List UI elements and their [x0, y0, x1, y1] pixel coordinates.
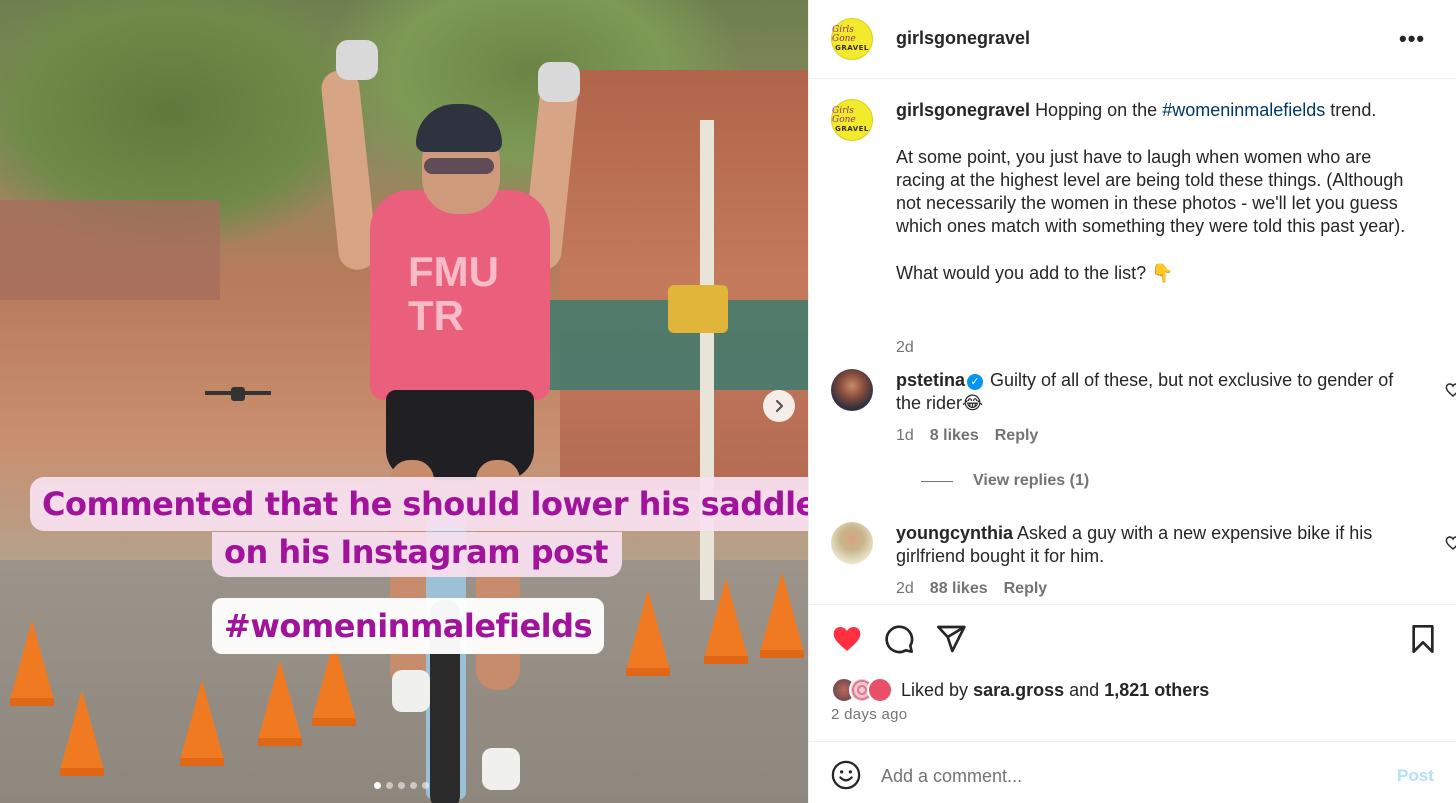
commenter-username[interactable]: youngcynthia — [896, 523, 1013, 543]
post-photo[interactable]: FMU TR Commented that he should lower hi… — [0, 0, 808, 803]
traffic-cone — [760, 572, 804, 658]
comment-text: youngcynthia Asked a guy with a new expe… — [896, 522, 1406, 569]
carousel-dot — [386, 782, 393, 789]
caption-timestamp: 2d — [896, 339, 914, 356]
commenter-avatar[interactable] — [831, 522, 873, 564]
liker-username[interactable]: sara.gross — [973, 680, 1064, 701]
post-header: Girls Gone GRAVEL girlsgonegravel ••• — [809, 0, 1456, 79]
traffic-cone — [704, 578, 748, 664]
chevron-right-icon — [775, 399, 784, 413]
traffic-cone — [10, 620, 54, 706]
traffic-cone — [180, 680, 224, 766]
cyclist: FMU TR — [300, 40, 600, 803]
commenter-avatar[interactable] — [831, 369, 873, 411]
comment-meta: 1d 8 likes Reply — [896, 427, 1038, 445]
reply-button[interactable]: Reply — [995, 427, 1039, 445]
traffic-signal — [668, 285, 728, 333]
caption-username[interactable]: girlsgonegravel — [896, 100, 1030, 120]
carousel-dot — [374, 782, 381, 789]
drone — [205, 385, 271, 403]
caption-hashtag-link[interactable]: #womeninmalefields — [1162, 100, 1325, 120]
cyclist-sunglasses — [424, 158, 494, 174]
caption-lead: Hopping on the — [1035, 100, 1158, 120]
liker-avatar — [867, 677, 893, 703]
comment-icon[interactable] — [883, 623, 915, 655]
comment-timestamp: 2d — [896, 580, 914, 597]
divider-line — [921, 480, 953, 482]
post-details-panel: Girls Gone GRAVEL girlsgonegravel ••• Gi… — [808, 0, 1456, 803]
cyclist-glove — [336, 40, 378, 80]
comment-likes[interactable]: 88 likes — [930, 580, 988, 598]
carousel-indicator — [374, 782, 429, 789]
photo-caption-line: on his Instagram post — [212, 532, 622, 577]
carousel-next-button[interactable] — [763, 390, 795, 422]
comment-text: pstetina ✓ Guilty of all of these, but no… — [896, 369, 1406, 416]
cyclist-shoe — [392, 670, 430, 712]
traffic-cone — [60, 690, 104, 776]
caption-lead-end: trend. — [1330, 100, 1377, 120]
likes-summary: Liked by sara.gross and 1,821 others — [831, 677, 1209, 703]
cyclist-glove — [538, 62, 580, 102]
caption-paragraph: What would you add to the list? 👇 — [896, 263, 1174, 284]
photo-caption-hashtag: #womeninmalefields — [212, 598, 605, 654]
commenter-username[interactable]: pstetina — [896, 370, 965, 390]
heart-filled-icon[interactable] — [831, 623, 863, 655]
bookmark-icon[interactable] — [1407, 623, 1439, 655]
post-actions: Liked by sara.gross and 1,821 others 2 d… — [809, 604, 1456, 741]
cyclist-helmet — [416, 104, 502, 152]
caption-paragraph: At some point, you just have to laugh wh… — [896, 146, 1406, 237]
comment-composer: Post — [809, 741, 1456, 803]
comment-timestamp: 1d — [896, 427, 914, 444]
comment-meta: 2d 88 likes Reply — [896, 580, 1047, 598]
post-comment-button[interactable]: Post — [1397, 766, 1434, 786]
carousel-dot — [398, 782, 405, 789]
photo-caption-line: Commented that he should lower his saddl… — [30, 477, 808, 531]
jersey-print: FMU TR — [408, 248, 499, 339]
background-building — [0, 200, 220, 300]
reply-button[interactable]: Reply — [1004, 580, 1048, 598]
heart-outline-icon[interactable] — [1445, 382, 1456, 398]
caption-text: girlsgonegravel Hopping on the #womeninm… — [896, 99, 1406, 285]
comments-scroll-area[interactable]: Girls Gone GRAVEL girlsgonegravel Hoppin… — [809, 79, 1456, 604]
heart-outline-icon[interactable] — [1445, 535, 1456, 551]
account-avatar[interactable]: Girls Gone GRAVEL — [831, 18, 873, 60]
carousel-dot — [422, 782, 429, 789]
carousel-dot — [410, 782, 417, 789]
post-date: 2 days ago — [831, 706, 908, 723]
comment-likes[interactable]: 8 likes — [930, 427, 979, 445]
emoji-icon[interactable] — [831, 760, 861, 790]
view-replies-button[interactable]: View replies (1) — [921, 472, 1089, 490]
verified-badge-icon: ✓ — [967, 374, 984, 390]
share-icon[interactable] — [935, 623, 967, 655]
traffic-cone — [626, 590, 670, 676]
comment-input[interactable] — [881, 762, 1361, 790]
cyclist-shoe — [482, 748, 520, 790]
traffic-cone — [258, 660, 302, 746]
likes-count[interactable]: 1,821 others — [1104, 680, 1209, 701]
account-username[interactable]: girlsgonegravel — [896, 28, 1030, 49]
more-options-icon[interactable]: ••• — [1399, 26, 1425, 52]
liker-avatars — [831, 677, 895, 703]
caption-avatar[interactable]: Girls Gone GRAVEL — [831, 99, 873, 141]
